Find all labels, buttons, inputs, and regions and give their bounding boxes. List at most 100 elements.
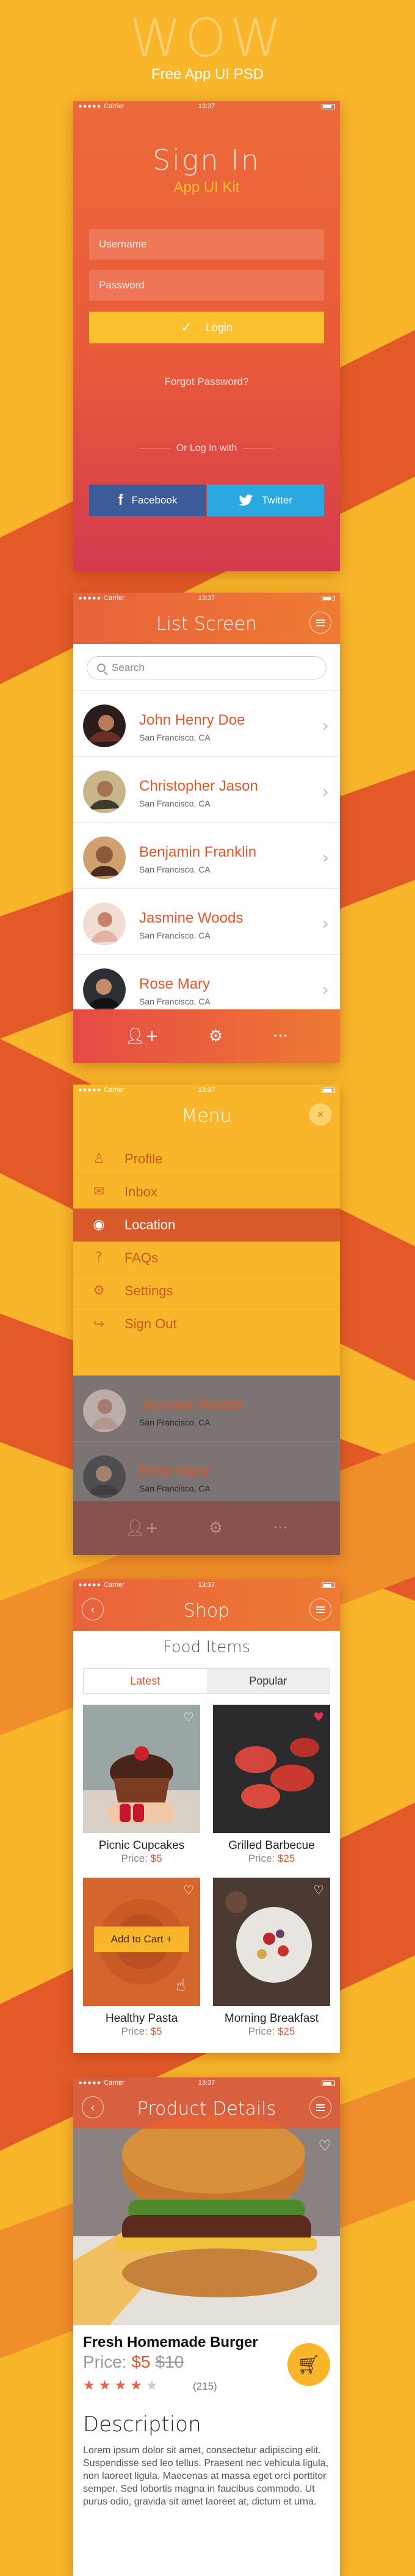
price-label: Price: xyxy=(121,1853,148,1864)
menu-button[interactable] xyxy=(309,1598,331,1620)
segmented-control: Latest Popular xyxy=(83,1668,330,1694)
chevron-right-icon: › xyxy=(322,781,329,802)
star-icon: ★ xyxy=(145,2378,162,2393)
back-button[interactable]: ‹ xyxy=(82,2096,104,2118)
password-field[interactable] xyxy=(89,270,324,301)
menu-button[interactable] xyxy=(309,612,331,634)
contact-name: Benjamin Franklin xyxy=(139,844,257,860)
gear-icon[interactable]: ⚙ xyxy=(209,1027,223,1045)
add-to-cart-button[interactable]: Add to Cart + xyxy=(94,1927,189,1952)
heart-icon[interactable]: ♡ xyxy=(318,2137,331,2154)
product-name: Fresh Homemade Burger xyxy=(83,2334,258,2351)
contact-name: Christopher Jason xyxy=(139,778,258,794)
avatar xyxy=(83,902,126,945)
product-name: Grilled Barbecue xyxy=(228,1839,315,1852)
tab-latest[interactable]: Latest xyxy=(84,1669,207,1693)
status-time: 13:37 xyxy=(198,1086,215,1094)
menu-item-label: Settings xyxy=(125,1283,173,1298)
product-image: ♡ xyxy=(213,1878,330,2006)
avatar xyxy=(83,770,126,813)
contact-location: San Francisco, CA xyxy=(139,733,211,742)
menu-button[interactable] xyxy=(309,2096,331,2118)
price-value: $5 xyxy=(150,1853,162,1864)
chevron-right-icon: › xyxy=(322,913,329,934)
facebook-button[interactable]: f Facebook xyxy=(89,485,206,516)
contact-location: San Francisco, CA xyxy=(139,1484,211,1493)
status-time: 13:37 xyxy=(198,2079,215,2087)
check-icon: ✓ xyxy=(181,320,192,335)
close-icon: × xyxy=(317,1108,324,1121)
contact-name: Rose Mary xyxy=(139,976,211,992)
heart-icon[interactable]: ♡ xyxy=(183,1883,194,1897)
add-user-icon[interactable]: 👤︎+ xyxy=(125,1519,159,1537)
battery-icon xyxy=(322,595,335,601)
product-card[interactable]: ♥ Grilled Barbecue Price: $25 xyxy=(213,1705,330,1865)
username-field[interactable] xyxy=(89,229,324,260)
gear-icon[interactable]: ⚙ xyxy=(209,1519,223,1537)
gear-icon: ⚙ xyxy=(93,1283,105,1298)
status-time: 13:37 xyxy=(198,1581,215,1589)
review-count: (215) xyxy=(193,2380,217,2392)
more-icon[interactable]: ··· xyxy=(273,1519,288,1537)
search-input[interactable]: Search xyxy=(87,656,327,679)
heart-icon[interactable]: ♡ xyxy=(183,1710,194,1724)
heart-icon[interactable]: ♡ xyxy=(313,1883,324,1897)
hamburger-icon xyxy=(316,1606,325,1613)
price-value: $25 xyxy=(277,2025,295,2037)
price-label: Price: xyxy=(121,2025,148,2037)
more-icon[interactable]: ··· xyxy=(273,1027,288,1045)
avatar xyxy=(83,704,126,747)
menu-item-location[interactable]: ◉ Location xyxy=(73,1209,340,1242)
heart-filled-icon[interactable]: ♥ xyxy=(313,1710,324,1724)
description-title: Description xyxy=(83,2412,201,2437)
star-icon: ★ xyxy=(114,2378,131,2393)
avatar xyxy=(83,1389,126,1432)
contact-name: Jasmine Woods xyxy=(139,1397,244,1413)
twitter-button[interactable]: Twitter xyxy=(207,485,324,516)
contact-row[interactable]: Christopher Jason San Francisco, CA › xyxy=(73,756,340,822)
search-icon xyxy=(97,664,106,672)
description-text: Lorem ipsum dolor sit amet, consectetur … xyxy=(83,2445,329,2507)
contact-row[interactable]: John Henry Doe San Francisco, CA › xyxy=(73,690,340,756)
product-details-screen: ●●●●● Carrier 13:37 Product Details ‹ ♡ … xyxy=(73,2077,340,2576)
contact-row[interactable]: Rose Mary San Francisco, CA xyxy=(73,1441,340,1507)
old-price-value: $10 xyxy=(155,2352,184,2371)
login-label: Login xyxy=(205,321,233,334)
back-button[interactable]: ‹ xyxy=(82,1598,104,1620)
contact-row[interactable]: Jasmine Woods San Francisco, CA › xyxy=(73,888,340,954)
product-card[interactable]: ♡ Morning Breakfast Price: $25 xyxy=(213,1878,330,2038)
menu-item-sign-out[interactable]: ↪ Sign Out xyxy=(73,1308,340,1341)
login-button[interactable]: ✓ Login xyxy=(89,312,324,343)
tab-popular[interactable]: Popular xyxy=(206,1669,330,1693)
contact-name: Jasmine Woods xyxy=(139,910,244,926)
product-price: Price: $25 xyxy=(213,1853,330,1865)
contact-name: John Henry Doe xyxy=(139,712,245,728)
menu-item-faqs[interactable]: ? FAQs xyxy=(73,1242,340,1275)
menu-item-profile[interactable]: ♙ Profile xyxy=(73,1143,340,1176)
status-bar: ●●●●● Carrier 13:37 xyxy=(73,101,340,112)
close-button[interactable]: × xyxy=(309,1103,331,1125)
facebook-icon: f xyxy=(118,492,123,508)
add-user-icon[interactable]: 👤︎+ xyxy=(125,1027,159,1045)
product-card[interactable]: ♡ Picnic Cupcakes Price: $5 xyxy=(83,1705,200,1865)
star-icon: ★ xyxy=(83,2378,99,2393)
contact-row[interactable]: Jasmine Woods San Francisco, CA xyxy=(73,1375,340,1441)
price-value: $5 xyxy=(150,2025,162,2037)
menu-item-label: Profile xyxy=(125,1151,163,1166)
battery-icon xyxy=(322,103,335,109)
menu-item-inbox[interactable]: ✉ Inbox xyxy=(73,1176,340,1209)
product-card[interactable]: ♡ Add to Cart + ☝ Healthy Pasta Price: $… xyxy=(83,1878,200,2038)
list-title: List Screen xyxy=(156,613,258,635)
forgot-password-link[interactable]: Forgot Password? xyxy=(73,376,340,388)
product-price: Price: $5 $10 xyxy=(83,2352,184,2372)
contact-name: Rose Mary xyxy=(139,1463,211,1479)
star-icon: ★ xyxy=(98,2378,115,2393)
menu-item-label: Inbox xyxy=(125,1184,157,1199)
product-name: Picnic Cupcakes xyxy=(98,1839,185,1852)
hand-pointer-icon: ☝ xyxy=(176,1977,186,1995)
avatar xyxy=(83,836,126,879)
brand-title: WOW xyxy=(129,8,286,69)
cart-button[interactable]: 🛒︎ xyxy=(287,2343,330,2386)
menu-item-settings[interactable]: ⚙ Settings xyxy=(73,1275,340,1308)
contact-row[interactable]: Benjamin Franklin San Francisco, CA › xyxy=(73,822,340,888)
